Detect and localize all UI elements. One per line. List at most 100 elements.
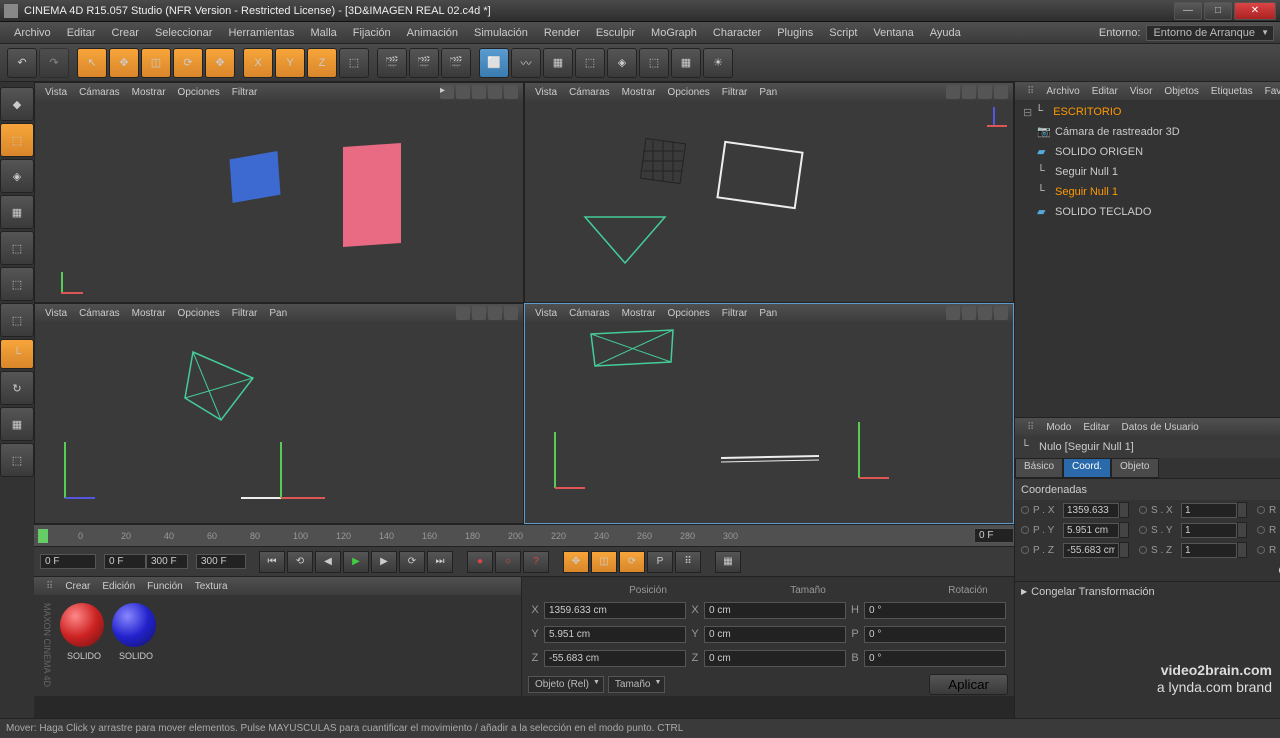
vp-menu-vista[interactable]: Vista xyxy=(39,87,73,98)
obj-menu-favoritos[interactable]: Favoritos xyxy=(1259,86,1280,97)
vp-menu-vista[interactable]: Vista xyxy=(39,308,73,319)
vp-menu-mostrar[interactable]: Mostrar xyxy=(126,308,172,319)
current-frame-input[interactable] xyxy=(40,554,96,569)
point-mode-button[interactable]: ⬚ xyxy=(0,231,34,265)
vp-menu-mostrar[interactable]: Mostrar xyxy=(616,308,662,319)
menu-malla[interactable]: Malla xyxy=(302,27,344,39)
size-y-input[interactable] xyxy=(704,626,846,643)
sx-input[interactable] xyxy=(1181,503,1237,518)
vp-menu-vista[interactable]: Vista xyxy=(529,87,563,98)
array-button[interactable]: ⬚ xyxy=(575,48,605,78)
vp-nav-icon[interactable] xyxy=(472,306,486,320)
material-item[interactable]: SOLIDO xyxy=(112,603,160,687)
menu-animacion[interactable]: Animación xyxy=(399,27,466,39)
key-dot[interactable] xyxy=(1139,546,1147,554)
key-pos-button[interactable]: ✥ xyxy=(563,551,589,573)
vp-menu-opciones[interactable]: Opciones xyxy=(172,308,226,319)
menu-fijacion[interactable]: Fijación xyxy=(345,27,399,39)
vp-nav-icon[interactable] xyxy=(504,85,518,99)
vp-nav-icon[interactable] xyxy=(962,306,976,320)
obj-menu-etiquetas[interactable]: Etiquetas xyxy=(1205,86,1259,97)
polygon-mode-button[interactable]: ⬚ xyxy=(0,303,34,337)
menu-render[interactable]: Render xyxy=(536,27,588,39)
mat-menu-funcion[interactable]: Función xyxy=(141,581,189,592)
sy-input[interactable] xyxy=(1181,523,1237,538)
pos-y-input[interactable] xyxy=(544,626,686,643)
apply-button[interactable]: Aplicar xyxy=(929,674,1008,695)
tree-row[interactable]: ⊟ └ ESCRITORIO xyxy=(1017,102,1280,122)
key-dot[interactable] xyxy=(1257,546,1265,554)
make-editable-button[interactable]: ◆ xyxy=(0,87,34,121)
vp-menu-filtrar[interactable]: Filtrar xyxy=(716,308,754,319)
vp-menu-camaras[interactable]: Cámaras xyxy=(73,87,126,98)
menu-archivo[interactable]: Archivo xyxy=(6,27,59,39)
playhead-icon[interactable] xyxy=(38,529,48,543)
render-view-button[interactable]: 🎬 xyxy=(377,48,407,78)
menu-seleccionar[interactable]: Seleccionar xyxy=(147,27,220,39)
pz-input[interactable] xyxy=(1063,543,1119,558)
size-x-input[interactable] xyxy=(704,602,846,619)
menu-esculpir[interactable]: Esculpir xyxy=(588,27,643,39)
tree-row[interactable]: ▰ SOLIDO ORIGEN ✓ xyxy=(1017,142,1280,162)
stepper[interactable] xyxy=(1119,542,1129,558)
key-dot[interactable] xyxy=(1021,546,1029,554)
spline-button[interactable]: 〰 xyxy=(511,48,541,78)
nurbs-button[interactable]: ▦ xyxy=(543,48,573,78)
tweak-mode-button[interactable]: ↻ xyxy=(0,371,34,405)
stepper[interactable] xyxy=(1119,522,1129,538)
stepper[interactable] xyxy=(1237,502,1247,518)
key-param-button[interactable]: P xyxy=(647,551,673,573)
size-z-input[interactable] xyxy=(704,650,846,667)
vp-nav-icon[interactable] xyxy=(472,85,486,99)
py-input[interactable] xyxy=(1063,523,1119,538)
next-frame-button[interactable]: ▶ xyxy=(371,551,397,573)
stepper[interactable] xyxy=(1237,522,1247,538)
move-tool[interactable]: ✥ xyxy=(109,48,139,78)
vp-nav-icon[interactable] xyxy=(962,85,976,99)
cube-primitive-button[interactable]: ⬜ xyxy=(479,48,509,78)
environment-button[interactable]: ⬚ xyxy=(639,48,669,78)
tree-row[interactable]: ▰ SOLIDO TECLADO ✓ xyxy=(1017,202,1280,222)
rot-p-input[interactable] xyxy=(864,626,1006,643)
freeze-transform-section[interactable]: Congelar Transformación xyxy=(1015,581,1280,601)
prev-frame-button[interactable]: ◀ xyxy=(315,551,341,573)
redo-button[interactable]: ↷ xyxy=(39,48,69,78)
workplane-button[interactable]: ▦ xyxy=(0,195,34,229)
key-options-button[interactable]: ? xyxy=(523,551,549,573)
autokey-button[interactable]: ○ xyxy=(495,551,521,573)
vp-nav-icon[interactable] xyxy=(504,306,518,320)
vp-menu-pan[interactable]: Pan xyxy=(753,308,783,319)
select-tool[interactable]: ↖ xyxy=(77,48,107,78)
menu-editar[interactable]: Editar xyxy=(59,27,104,39)
y-axis-button[interactable]: Y xyxy=(275,48,305,78)
menu-ayuda[interactable]: Ayuda xyxy=(922,27,969,39)
rotate-tool[interactable]: ⟳ xyxy=(173,48,203,78)
start-frame-input[interactable] xyxy=(104,554,146,569)
z-axis-button[interactable]: Z xyxy=(307,48,337,78)
vp-menu-opciones[interactable]: Opciones xyxy=(662,87,716,98)
tab-basico[interactable]: Básico xyxy=(1015,458,1063,478)
menu-herramientas[interactable]: Herramientas xyxy=(220,27,302,39)
pos-z-input[interactable] xyxy=(544,650,686,667)
mat-menu-edicion[interactable]: Edición xyxy=(96,581,141,592)
px-input[interactable] xyxy=(1063,503,1119,518)
menu-ventana[interactable]: Ventana xyxy=(865,27,921,39)
vp-menu-opciones[interactable]: Opciones xyxy=(172,87,226,98)
texture-mode-button[interactable]: ◈ xyxy=(0,159,34,193)
coord-system-button[interactable]: ⬚ xyxy=(339,48,369,78)
model-mode-button[interactable]: ⬚ xyxy=(0,123,34,157)
viewport-front[interactable]: Vista Cámaras Mostrar Opciones Filtrar P… xyxy=(524,303,1014,524)
goto-end-button[interactable]: ⏭ xyxy=(427,551,453,573)
vp-nav-icon[interactable] xyxy=(994,85,1008,99)
pos-x-input[interactable] xyxy=(544,602,686,619)
vp-menu-mostrar[interactable]: Mostrar xyxy=(616,87,662,98)
menu-script[interactable]: Script xyxy=(821,27,865,39)
camera-button[interactable]: ▦ xyxy=(671,48,701,78)
key-scale-button[interactable]: ◫ xyxy=(591,551,617,573)
rot-h-input[interactable] xyxy=(864,602,1006,619)
play-button[interactable]: ▶ xyxy=(343,551,369,573)
menu-character[interactable]: Character xyxy=(705,27,769,39)
key-pla-button[interactable]: ⠿ xyxy=(675,551,701,573)
viewport-perspective[interactable]: Vista Cámaras Mostrar Opciones Filtrar ▸… xyxy=(34,82,524,303)
vp-menu-camaras[interactable]: Cámaras xyxy=(563,308,616,319)
